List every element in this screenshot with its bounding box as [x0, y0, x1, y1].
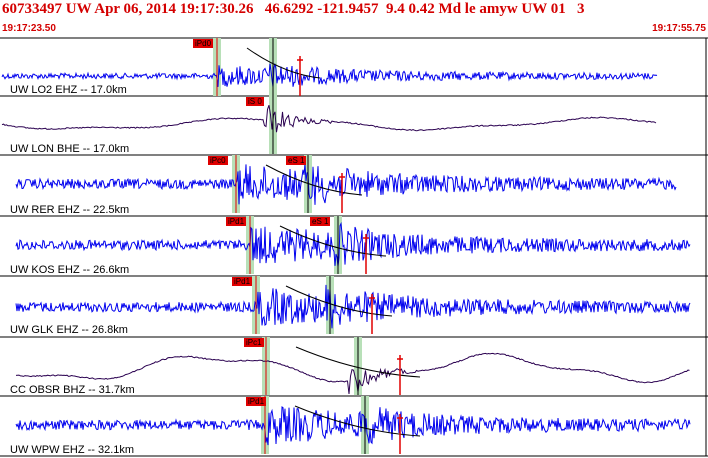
station-label: UW LO2 EHZ -- 17.0km [10, 84, 127, 96]
p-pick-label[interactable]: iPc1 [244, 338, 264, 347]
p-pick-label[interactable]: iPc0 [208, 156, 228, 165]
station-label: UW RER EHZ -- 22.5km [10, 204, 130, 216]
waveform-trace [15, 221, 691, 267]
p-pick-label[interactable]: iPd0 [193, 39, 214, 48]
s-pick-label[interactable]: iS 0 [246, 97, 264, 106]
station-label: UW WPW EHZ -- 32.1km [10, 444, 135, 456]
p-pick-label[interactable]: iPd1 [232, 277, 253, 286]
station-label: UW KOS EHZ -- 26.6km [10, 264, 130, 276]
p-pick-label[interactable]: iPd1 [246, 397, 267, 406]
waveform-trace [15, 164, 677, 205]
s-pick-label[interactable]: eS 1 [310, 217, 331, 226]
station-label: CC OBSR BHZ -- 31.7km [10, 384, 135, 396]
waveform-trace [1, 105, 657, 133]
p-pick-label[interactable]: iPd1 [226, 217, 247, 226]
station-label: UW LON BHE -- 17.0km [10, 143, 130, 155]
waveform-trace [15, 406, 691, 446]
coda-curve [246, 47, 321, 79]
waveform-trace [15, 284, 691, 329]
s-pick-label[interactable]: eS 1 [286, 156, 307, 165]
station-label: UW GLK EHZ -- 26.8km [10, 324, 128, 336]
